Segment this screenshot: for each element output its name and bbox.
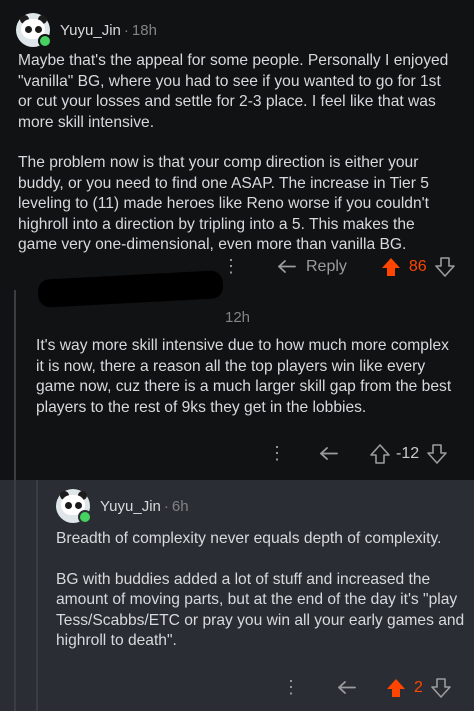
more-options-icon[interactable]: ⋮ bbox=[282, 677, 300, 698]
timestamp: 6h bbox=[171, 497, 189, 515]
comment-paragraph: The problem now is that your comp direct… bbox=[18, 154, 429, 253]
downvote-icon[interactable] bbox=[427, 443, 447, 464]
avatar[interactable] bbox=[56, 489, 92, 524]
comment-paragraph: BG with buddies added a lot of stuff and… bbox=[56, 570, 465, 650]
comment-paragraph: Maybe that's the appeal for some people.… bbox=[18, 52, 449, 131]
vote-count: 2 bbox=[414, 678, 423, 696]
comment-paragraph: Breadth of complexity never equals depth… bbox=[56, 530, 442, 547]
separator-dot: · bbox=[123, 21, 129, 39]
vote-count: -12 bbox=[396, 444, 420, 462]
avatar[interactable] bbox=[16, 13, 52, 48]
timestamp: 18h bbox=[131, 21, 157, 39]
upvote-icon[interactable] bbox=[386, 678, 406, 698]
reply-button[interactable]: Reply bbox=[276, 258, 347, 276]
reply-arrow-icon bbox=[320, 446, 338, 460]
thread-line[interactable] bbox=[36, 480, 38, 711]
upvote-icon[interactable] bbox=[370, 443, 390, 464]
username[interactable]: Yuyu_Jin bbox=[100, 498, 161, 515]
comment-paragraph: It's way more skill intensive due to how… bbox=[36, 337, 452, 416]
separator-dot: · bbox=[163, 497, 169, 515]
reply-arrow-icon bbox=[278, 259, 296, 273]
comment-actions: ⋮ 2 bbox=[282, 677, 451, 698]
reply-label: Reply bbox=[306, 257, 347, 275]
comment-2: 12h It's way more skill intensive due to… bbox=[0, 270, 474, 480]
thread-line[interactable] bbox=[14, 290, 16, 480]
comment-header: Yuyu_Jin · 6h bbox=[56, 489, 189, 524]
username[interactable]: Yuyu_Jin bbox=[60, 22, 121, 39]
vote-count: 86 bbox=[408, 257, 427, 275]
reply-arrow-icon bbox=[338, 680, 356, 694]
comment-body: Maybe that's the appeal for some people.… bbox=[18, 51, 458, 276]
reply-button[interactable] bbox=[336, 679, 358, 697]
comment-3: Yuyu_Jin · 6h Breadth of complexity neve… bbox=[0, 480, 474, 711]
downvote-icon[interactable] bbox=[431, 677, 451, 698]
thread-line[interactable] bbox=[14, 480, 16, 711]
comment-1: Yuyu_Jin · 18h Maybe that's the appeal f… bbox=[0, 0, 474, 290]
comment-body: Breadth of complexity never equals depth… bbox=[56, 529, 466, 672]
more-options-icon[interactable]: ⋮ bbox=[222, 256, 240, 277]
comment-body: It's way more skill intensive due to how… bbox=[36, 336, 456, 438]
timestamp: 12h bbox=[225, 309, 251, 326]
more-options-icon[interactable]: ⋮ bbox=[268, 443, 286, 464]
comment-actions: ⋮ Reply 86 bbox=[222, 256, 455, 277]
online-indicator-icon bbox=[78, 510, 92, 524]
online-indicator-icon bbox=[38, 34, 52, 48]
reply-button[interactable] bbox=[318, 445, 340, 463]
comment-actions: ⋮ -12 bbox=[268, 443, 447, 464]
downvote-icon[interactable] bbox=[434, 256, 455, 277]
comment-header: Yuyu_Jin · 18h bbox=[16, 13, 157, 48]
upvote-icon[interactable] bbox=[381, 257, 401, 277]
